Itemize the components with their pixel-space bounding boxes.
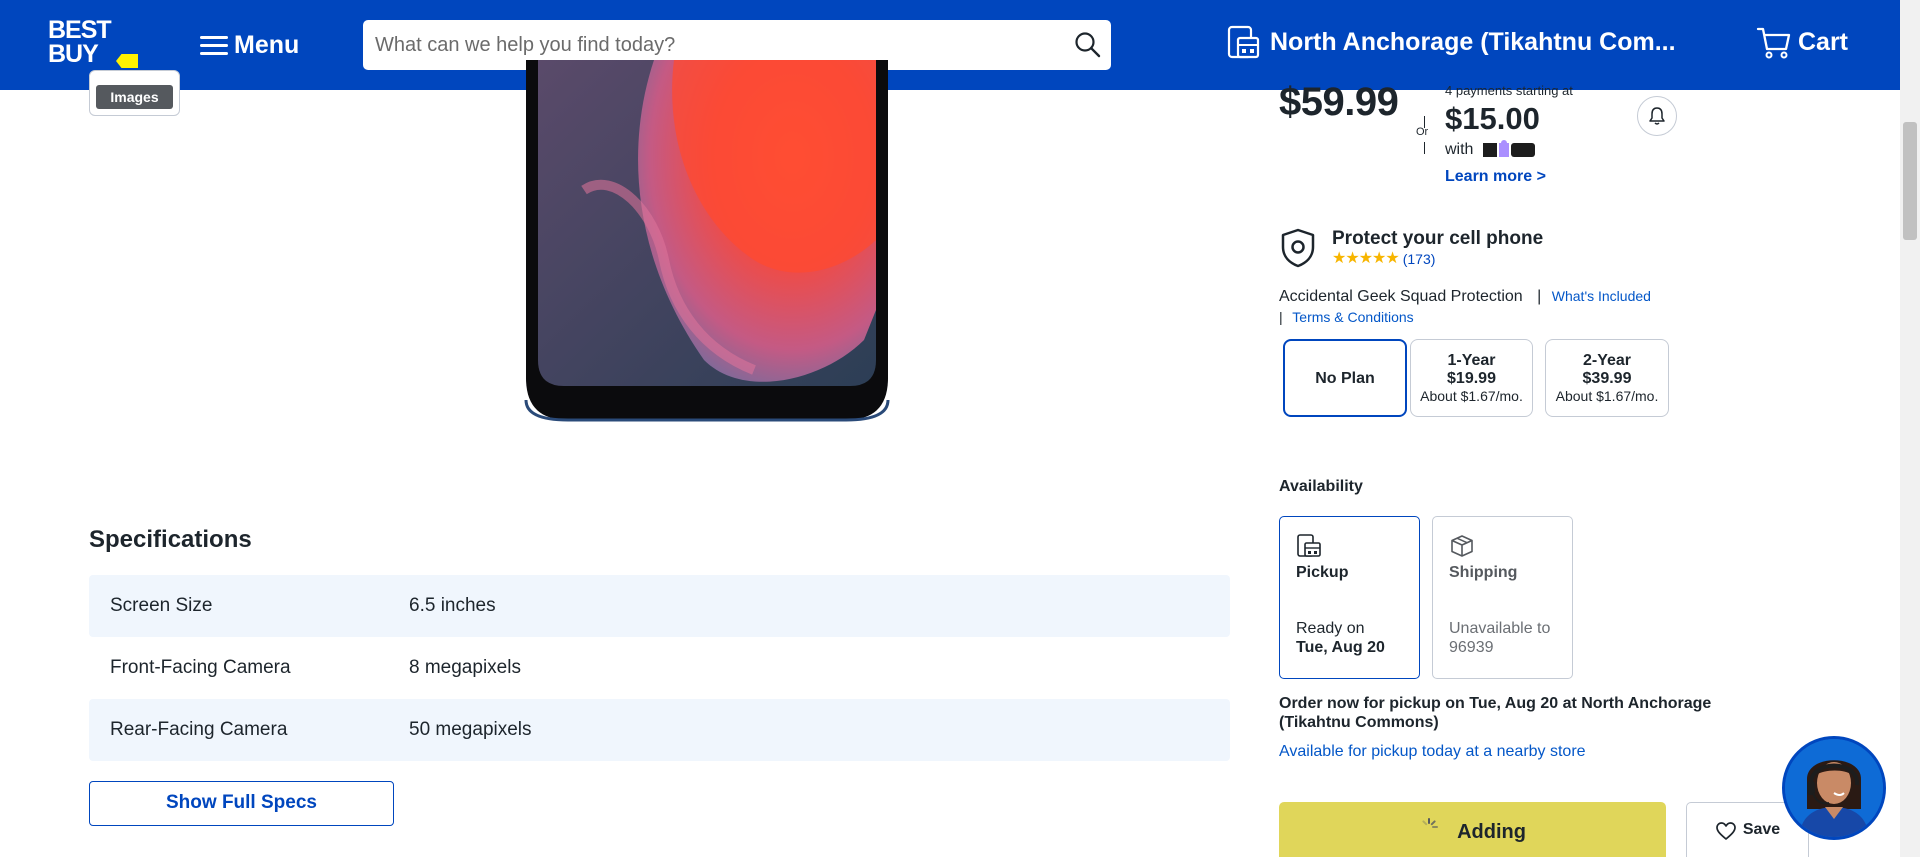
learn-more-link[interactable]: Learn more > xyxy=(1445,168,1546,186)
agent-avatar-icon xyxy=(1785,739,1883,837)
cart-button[interactable]: Cart xyxy=(1756,24,1848,60)
plan-name: 2-Year xyxy=(1582,352,1632,369)
scrollbar-thumb[interactable] xyxy=(1903,122,1917,240)
images-label: Images xyxy=(96,85,173,109)
show-full-specs-button[interactable]: Show Full Specs xyxy=(89,781,394,826)
protection-rating[interactable]: ★★★★★ (173) xyxy=(1332,250,1436,268)
plan-monthly: About $1.67/mo. xyxy=(1555,388,1659,404)
review-count[interactable]: (173) xyxy=(1403,251,1436,267)
or-divider: Or xyxy=(1412,116,1432,154)
nearby-store-link[interactable]: Available for pickup today at a nearby s… xyxy=(1279,743,1586,761)
plan-option-none[interactable]: No Plan xyxy=(1283,339,1407,417)
price-alert-button[interactable] xyxy=(1637,96,1677,136)
terms-conditions-link[interactable]: Terms & Conditions xyxy=(1292,309,1413,325)
plan-name: No Plan xyxy=(1315,370,1375,387)
plan-name: 1-Year xyxy=(1447,352,1496,369)
spec-label: Rear-Facing Camera xyxy=(110,719,288,740)
or-label: Or xyxy=(1416,126,1429,138)
loading-spinner-icon xyxy=(1422,818,1439,828)
cart-icon xyxy=(1756,27,1791,59)
pickup-title: Pickup xyxy=(1296,564,1349,581)
protection-plan-name: Accidental Geek Squad Protection xyxy=(1279,288,1523,305)
shipping-zip: 96939 xyxy=(1449,639,1494,656)
menu-button[interactable]: Menu xyxy=(200,28,299,62)
spec-label: Front-Facing Camera xyxy=(110,657,291,678)
logo-line-1: BEST xyxy=(48,16,112,44)
star-icon: ★★★★★ xyxy=(1332,250,1400,267)
zip-with-line: with xyxy=(1445,140,1539,160)
zip-installment-note: 4 payments starting at xyxy=(1445,83,1573,98)
store-icon xyxy=(1297,534,1321,557)
images-thumbnail[interactable]: Images xyxy=(89,70,180,116)
spec-row: Screen Size 6.5 inches xyxy=(89,575,1230,637)
availability-heading: Availability xyxy=(1279,478,1363,495)
shipping-option[interactable]: Shipping Unavailable to 96939 xyxy=(1432,516,1573,679)
spec-label: Screen Size xyxy=(110,595,213,616)
menu-label: Menu xyxy=(234,30,300,59)
product-image xyxy=(524,60,890,422)
protection-plan-line: Accidental Geek Squad Protection | What'… xyxy=(1279,288,1651,306)
separator: | xyxy=(1279,309,1283,325)
zip-installment-amount: $15.00 xyxy=(1445,101,1540,136)
page-scrollbar[interactable] xyxy=(1900,0,1920,857)
pickup-option[interactable]: Pickup Ready on Tue, Aug 20 xyxy=(1279,516,1420,679)
shipping-title: Shipping xyxy=(1449,564,1518,581)
spec-row: Front-Facing Camera 8 megapixels xyxy=(89,637,1230,699)
specifications-heading: Specifications xyxy=(89,526,252,553)
shield-icon xyxy=(1281,228,1315,268)
pickup-order-note: Order now for pickup on Tue, Aug 20 at N… xyxy=(1279,695,1712,731)
specifications-table: Screen Size 6.5 inches Front-Facing Came… xyxy=(89,575,1230,761)
plan-price: $39.99 xyxy=(1582,370,1632,387)
store-name: North Anchorage (Tikahtnu Com... xyxy=(1270,27,1676,56)
logo-wordmark: BEST BUY xyxy=(48,16,112,68)
pickup-date: Tue, Aug 20 xyxy=(1296,639,1385,656)
cart-label: Cart xyxy=(1798,27,1849,56)
zip-logo-icon xyxy=(1483,140,1536,157)
plan-option-1-year[interactable]: 1-Year $19.99 About $1.67/mo. xyxy=(1410,339,1533,417)
search-icon[interactable] xyxy=(1073,30,1103,60)
store-icon xyxy=(1227,25,1260,59)
protection-title: Protect your cell phone xyxy=(1332,228,1544,249)
plan-monthly: About $1.67/mo. xyxy=(1420,388,1523,404)
logo-line-2: BUY xyxy=(48,40,99,68)
product-price: $59.99 xyxy=(1279,80,1399,124)
whats-included-link[interactable]: What's Included xyxy=(1552,288,1651,304)
shipping-line-1: Unavailable to xyxy=(1449,620,1551,637)
plan-option-2-year[interactable]: 2-Year $39.99 About $1.67/mo. xyxy=(1545,339,1669,417)
hamburger-icon xyxy=(200,34,228,56)
spec-value: 8 megapixels xyxy=(409,657,521,678)
chat-assistant-avatar[interactable] xyxy=(1782,736,1886,840)
separator: | xyxy=(1537,288,1542,305)
spec-value: 50 megapixels xyxy=(409,719,532,740)
save-label: Save xyxy=(1742,821,1781,838)
box-icon xyxy=(1451,535,1473,557)
pickup-line-1: Ready on xyxy=(1296,620,1365,637)
add-to-cart-label: Adding xyxy=(1457,820,1526,843)
store-selector[interactable]: North Anchorage (Tikahtnu Com... xyxy=(1226,24,1676,60)
heart-icon xyxy=(1715,822,1736,840)
add-to-cart-button[interactable]: Adding xyxy=(1279,802,1666,857)
plan-price: $19.99 xyxy=(1447,370,1496,387)
spec-row: Rear-Facing Camera 50 megapixels xyxy=(89,699,1230,761)
spec-value: 6.5 inches xyxy=(409,595,496,616)
terms-line: | Terms & Conditions xyxy=(1279,309,1414,325)
zip-with-label: with xyxy=(1445,141,1474,158)
bell-icon xyxy=(1649,107,1665,125)
top-header: BEST BUY Menu North Anchorage (Tikahtnu … xyxy=(0,0,1900,90)
logo-tag-icon xyxy=(116,54,138,68)
bestbuy-logo[interactable]: BEST BUY xyxy=(48,18,138,72)
